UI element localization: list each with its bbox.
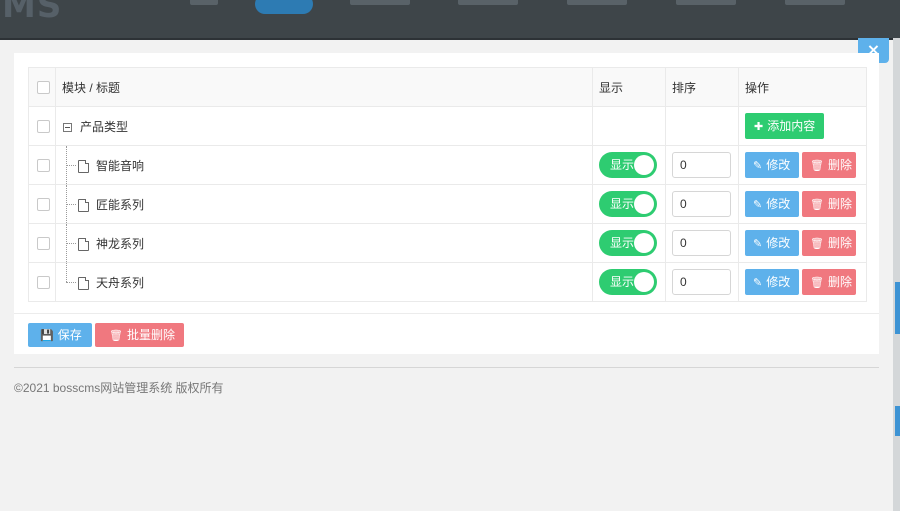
column-header-title: 模块 / 标题	[62, 80, 121, 95]
delete-button[interactable]: 🗑 删除	[802, 191, 856, 217]
background-nav-item	[676, 0, 736, 5]
item-title: 天舟系列	[96, 275, 145, 290]
table-row: 天舟系列 显示 ✎修改🗑删除	[28, 262, 867, 302]
add-content-button[interactable]: ✚ 添加内容	[745, 113, 825, 139]
pencil-icon: ✎	[753, 199, 763, 211]
background-nav-item	[350, 0, 410, 5]
bulk-actions: 💾 保存 🗑 批量删除	[28, 323, 184, 347]
trash-icon: 🗑	[810, 199, 824, 211]
delete-button[interactable]: 🗑 删除	[802, 152, 856, 178]
display-toggle[interactable]: 显示	[599, 191, 657, 217]
floppy-icon: 💾	[40, 330, 54, 342]
background-content-edge	[893, 38, 900, 511]
toggle-knob	[634, 155, 654, 175]
item-title: 智能音响	[96, 158, 145, 173]
background-accent	[895, 406, 900, 436]
select-all-checkbox[interactable]	[37, 81, 50, 95]
toggle-knob	[634, 233, 654, 253]
display-toggle[interactable]: 显示	[599, 230, 657, 256]
table-row-category: 产品类型 ✚ 添加内容	[28, 106, 867, 146]
toggle-knob	[634, 272, 654, 292]
collapse-icon[interactable]	[63, 122, 72, 132]
table-row: 智能音响 显示 ✎修改🗑删除	[28, 145, 867, 185]
background-header: MS	[0, 0, 900, 38]
toggle-knob	[634, 194, 654, 214]
order-input[interactable]	[672, 230, 731, 256]
pencil-icon: ✎	[753, 238, 763, 250]
column-header-order: 排序	[672, 80, 697, 95]
background-nav-item	[190, 0, 218, 5]
delete-button[interactable]: 🗑 删除	[802, 269, 856, 295]
table-row: 匠能系列 显示 ✎修改🗑删除	[28, 184, 867, 224]
background-nav-item	[567, 0, 627, 5]
file-icon	[78, 276, 89, 290]
display-toggle[interactable]: 显示	[599, 152, 657, 178]
item-title: 匠能系列	[96, 197, 145, 212]
content-modal: × 模块 / 标题 显示 排序 操作 产品类型 ✚ 添加内容 智能音响 显示 0…	[0, 38, 893, 511]
content-panel: 模块 / 标题 显示 排序 操作 产品类型 ✚ 添加内容 智能音响 显示 0 ✎…	[14, 53, 879, 354]
background-nav-active	[255, 0, 313, 14]
file-icon	[78, 159, 89, 173]
background-logo: MS	[2, 0, 63, 26]
pencil-icon: ✎	[753, 160, 763, 172]
item-title: 神龙系列	[96, 236, 145, 251]
file-icon	[78, 198, 89, 212]
table-row: 神龙系列 显示 ✎修改🗑删除	[28, 223, 867, 263]
footer-divider	[14, 367, 879, 368]
background-nav-item	[785, 0, 845, 5]
edit-button[interactable]: ✎ 修改	[745, 269, 799, 295]
column-header-actions: 操作	[745, 80, 770, 95]
edit-button[interactable]: ✎ 修改	[745, 191, 799, 217]
background-nav-item	[458, 0, 518, 5]
trash-icon: 🗑	[810, 277, 824, 289]
content-table: 模块 / 标题 显示 排序 操作 产品类型 ✚ 添加内容 智能音响 显示 0 ✎…	[28, 67, 867, 302]
pencil-icon: ✎	[753, 277, 763, 289]
order-input[interactable]	[672, 152, 731, 178]
panel-divider	[14, 313, 879, 314]
tree-connector	[66, 263, 67, 282]
trash-icon: 🗑	[109, 330, 123, 342]
order-input[interactable]	[672, 269, 731, 295]
row-checkbox[interactable]	[37, 120, 50, 134]
order-input[interactable]	[672, 191, 731, 217]
trash-icon: 🗑	[810, 238, 824, 250]
display-toggle[interactable]: 显示	[599, 269, 657, 295]
table-header-row: 模块 / 标题 显示 排序 操作	[28, 67, 867, 107]
row-checkbox[interactable]	[37, 159, 50, 173]
row-checkbox[interactable]	[37, 276, 50, 290]
trash-icon: 🗑	[810, 160, 824, 172]
file-icon	[78, 237, 89, 251]
save-button[interactable]: 💾 保存	[28, 323, 92, 347]
row-checkbox[interactable]	[37, 198, 50, 212]
column-header-display: 显示	[599, 80, 624, 95]
batch-delete-button[interactable]: 🗑 批量删除	[95, 323, 184, 347]
delete-button[interactable]: 🗑 删除	[802, 230, 856, 256]
background-accent	[895, 282, 900, 334]
edit-button[interactable]: ✎ 修改	[745, 152, 799, 178]
edit-button[interactable]: ✎ 修改	[745, 230, 799, 256]
category-title: 产品类型	[80, 119, 129, 134]
row-checkbox[interactable]	[37, 237, 50, 251]
copyright-text: ©2021 bosscms网站管理系统 版权所有	[14, 381, 224, 395]
plus-icon: ✚	[754, 121, 764, 133]
